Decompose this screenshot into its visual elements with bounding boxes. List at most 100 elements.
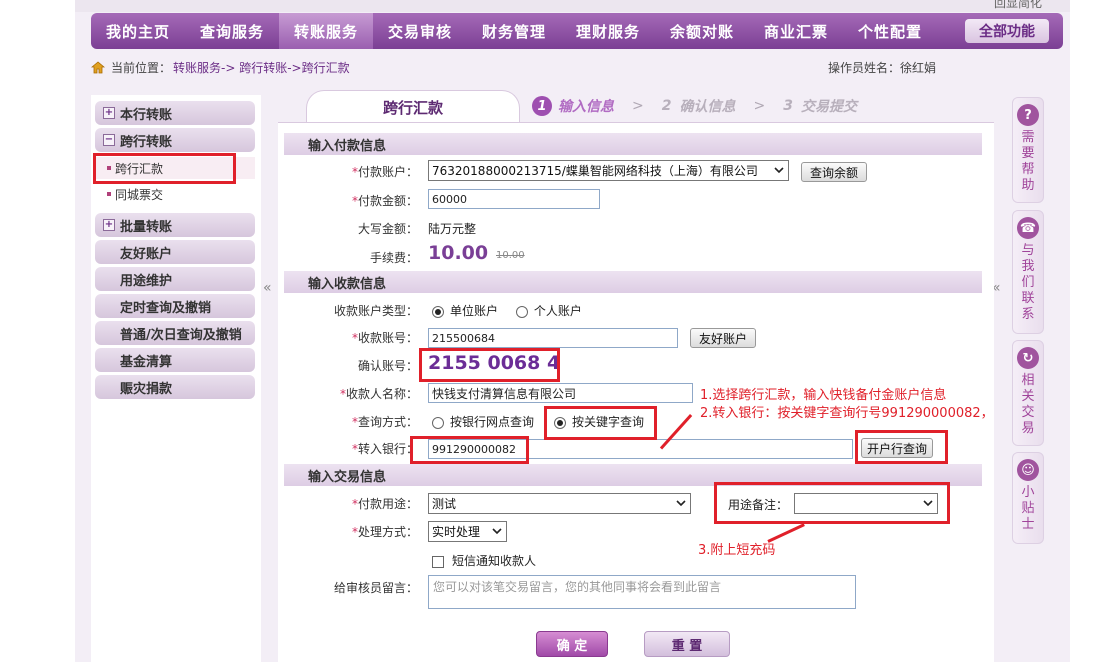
- rail-help-text: 需要帮助: [1021, 130, 1035, 193]
- step-separator: >: [632, 98, 644, 114]
- rail-related[interactable]: ↻ 相关交易: [1012, 340, 1044, 446]
- tab-interbank-remit[interactable]: 跨行汇款: [306, 90, 520, 124]
- collapse-icon: −: [103, 134, 115, 146]
- friend-account-button[interactable]: 友好账户: [690, 328, 756, 348]
- sidebar-item-interbank-transfer[interactable]: − 跨行转账: [95, 128, 255, 152]
- ok-button[interactable]: 确 定: [536, 631, 608, 657]
- sidebar-item-local-transfer[interactable]: + 本行转账: [95, 101, 255, 125]
- annotation-note-1: 1.选择跨行汇款，输入快钱备付金账户信息: [700, 388, 947, 403]
- message-textarea[interactable]: 您可以对该笔交易留言，您的其他同事将会看到此留言: [428, 575, 856, 609]
- rail-related-text: 相关交易: [1021, 373, 1035, 436]
- nav-item-finance[interactable]: 财务管理: [467, 13, 561, 49]
- expand-icon: +: [103, 107, 115, 119]
- all-functions-button[interactable]: 全部功能: [965, 19, 1049, 43]
- radio-personal[interactable]: 个人账户: [515, 304, 582, 318]
- fee-original-value: 10.00: [496, 250, 525, 261]
- collapse-left-icon[interactable]: «: [263, 280, 272, 296]
- query-method-label: *查询方式：: [351, 415, 418, 429]
- bank-label: *转入银行：: [351, 442, 418, 456]
- purpose-select[interactable]: 测试: [428, 493, 691, 514]
- payer-amount-input[interactable]: 60000: [428, 189, 600, 209]
- nav-item-wealth[interactable]: 理财服务: [561, 13, 655, 49]
- nav-item-settings[interactable]: 个性配置: [843, 13, 937, 49]
- breadcrumb-prefix: 当前位置：: [111, 60, 172, 75]
- method-select[interactable]: 实时处理: [428, 521, 507, 542]
- payee-type-radio-group: 单位账户 个人账户: [432, 302, 582, 319]
- sidebar-item-fund[interactable]: 基金清算: [95, 348, 255, 372]
- expand-icon: +: [103, 219, 115, 231]
- payer-account-value: 76320188000213715/蝶巢智能网络科技（上海）有限公司: [432, 164, 758, 178]
- sidebar-item-label: 同城票交: [115, 187, 164, 202]
- nav-item-query[interactable]: 查询服务: [185, 13, 279, 49]
- payer-account-select[interactable]: 76320188000213715/蝶巢智能网络科技（上海）有限公司: [428, 160, 789, 181]
- radio-unchecked-icon: [432, 416, 444, 429]
- help-icon: ?: [1017, 104, 1039, 126]
- method-label: *处理方式：: [351, 525, 418, 539]
- chevron-down-icon: [676, 500, 686, 507]
- bullet-icon: [107, 192, 111, 196]
- highlight-confirm-account: [419, 348, 560, 382]
- radio-unchecked-icon: [515, 305, 528, 318]
- sidebar-item-next-day[interactable]: 普通/次日查询及撤销: [95, 321, 255, 345]
- section-payee: 输入收款信息: [284, 271, 982, 293]
- main-nav: 我的主页 查询服务 转账服务 交易审核 财务管理 理财服务 余额对账 商业汇票 …: [91, 13, 1063, 49]
- highlight-keyword-query: [544, 406, 657, 440]
- payee-name-label: *收款人名称：: [339, 387, 418, 401]
- payer-amount-label: *付款金额：: [351, 194, 418, 208]
- highlight-interbank-remit: [93, 153, 236, 184]
- sms-checkbox[interactable]: 短信通知收款人: [432, 552, 536, 569]
- highlight-bank-input: [410, 436, 529, 464]
- tab-bar: 跨行汇款 1 输入信息 > 2 确认信息 > 3 交易提交: [278, 88, 994, 124]
- sidebar-item-friend-accounts[interactable]: 友好账户: [95, 240, 255, 264]
- rail-contact-text: 与我们联系: [1021, 243, 1035, 322]
- rail-contact[interactable]: ☎ 与我们联系: [1012, 210, 1044, 334]
- sidebar-item-label: 跨行转账: [120, 134, 173, 150]
- fee-value: 10.00: [428, 242, 489, 264]
- nav-item-reconcile[interactable]: 余额对账: [655, 13, 749, 49]
- annotation-note-3: 3.附上短充码: [698, 543, 776, 558]
- query-balance-button[interactable]: 查询余额: [801, 162, 867, 182]
- sidebar-item-purpose[interactable]: 用途维护: [95, 267, 255, 291]
- smile-icon: ☺: [1017, 459, 1039, 481]
- rail-help[interactable]: ? 需要帮助: [1012, 97, 1044, 203]
- rail-tips[interactable]: ☺ 小贴士: [1012, 452, 1044, 544]
- operator-name: 操作员姓名：徐红娟: [828, 60, 937, 75]
- step-3-label: 交易提交: [800, 99, 857, 115]
- nav-item-transfer[interactable]: 转账服务: [279, 13, 373, 49]
- capital-amount-label: 大写金额：: [357, 222, 418, 236]
- payee-type-label: 收款账户类型：: [333, 304, 418, 318]
- top-strip: [75, 0, 1070, 12]
- nav-item-audit[interactable]: 交易审核: [373, 13, 467, 49]
- purpose-label: *付款用途：: [351, 497, 418, 511]
- nav-item-home[interactable]: 我的主页: [91, 13, 185, 49]
- nav-item-bills[interactable]: 商业汇票: [749, 13, 843, 49]
- method-value: 实时处理: [432, 525, 481, 539]
- query-method-branch[interactable]: 按银行网点查询: [432, 413, 534, 430]
- sidebar-item-scheduled[interactable]: 定时查询及撤销: [95, 294, 255, 318]
- capital-amount-value: 陆万元整: [428, 222, 477, 236]
- payee-name-input[interactable]: 快钱支付清算信息有限公司: [428, 383, 693, 403]
- breadcrumb-path[interactable]: 转账服务-> 跨行转账->跨行汇款: [173, 59, 350, 76]
- fee-label: 手续费：: [369, 251, 418, 265]
- message-label: 给审核员留言：: [333, 581, 418, 595]
- checkbox-icon: [432, 555, 444, 568]
- highlight-remark: [714, 482, 950, 524]
- sidebar-item-batch-transfer[interactable]: + 批量转账: [95, 213, 255, 237]
- confirm-account-label: 确认账号：: [357, 359, 418, 373]
- sidebar-item-label: 本行转账: [120, 107, 173, 123]
- payee-account-label: *收款账号：: [351, 331, 418, 345]
- chevron-down-icon: [492, 528, 502, 535]
- chevron-down-icon: [774, 167, 784, 174]
- top-link[interactable]: 回显简化: [994, 0, 1042, 11]
- reset-button[interactable]: 重 置: [644, 631, 730, 657]
- radio-company[interactable]: 单位账户: [432, 304, 498, 318]
- step-2-number: 2: [661, 98, 672, 114]
- radio-checked-icon: [432, 305, 444, 318]
- highlight-bank-query: [855, 430, 948, 464]
- sidebar-item-city-bill[interactable]: 同城票交: [95, 183, 255, 205]
- sidebar-item-label: 批量转账: [120, 219, 173, 235]
- payer-account-label: *付款账户：: [351, 165, 418, 179]
- annotation-note-2: 2.转入银行：按关键字查询行号991290000082，: [700, 406, 994, 421]
- sidebar-item-donation[interactable]: 赈灾捐款: [95, 375, 255, 399]
- payee-account-input[interactable]: 215500684: [428, 328, 678, 348]
